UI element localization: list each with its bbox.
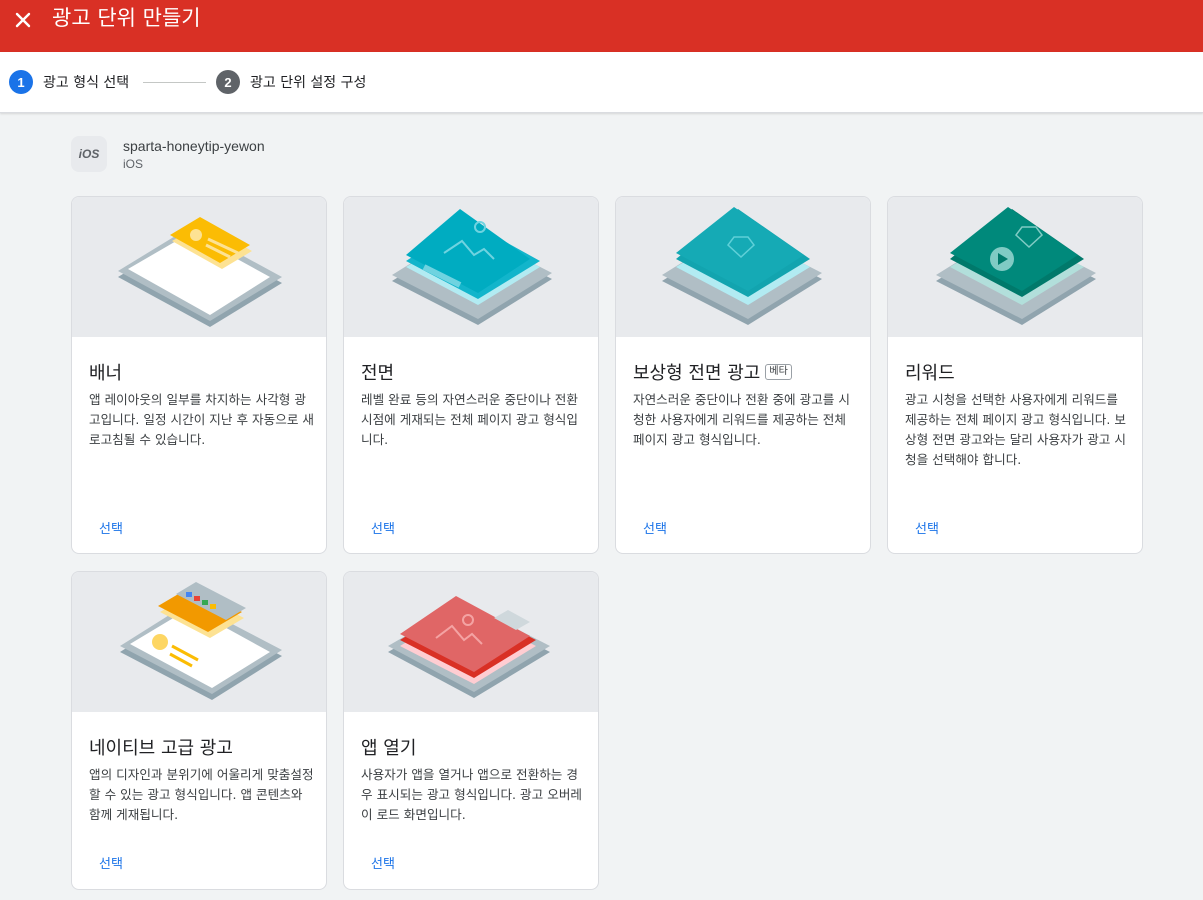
step-number: 2 [216, 70, 240, 94]
card-title-text: 보상형 전면 광고 [633, 363, 761, 384]
select-button[interactable]: 선택 [643, 518, 667, 537]
select-button[interactable]: 선택 [99, 518, 123, 537]
card-description: 앱의 디자인과 분위기에 어울리게 맞춤설정할 수 있는 광고 형식입니다. 앱… [89, 767, 314, 822]
rewarded-interstitial-illustration [616, 197, 870, 337]
card-title: 보상형 전면 광고 베타 [633, 359, 792, 385]
step-divider [143, 82, 206, 83]
rewarded-illustration [888, 197, 1142, 337]
ad-format-card-rewarded[interactable]: 리워드 광고 시청을 선택한 사용자에게 리워드를 제공하는 전체 페이지 광고… [887, 196, 1143, 554]
select-button[interactable]: 선택 [371, 853, 395, 872]
app-name: sparta-honeytip-yewon [123, 138, 265, 154]
card-title: 네이티브 고급 광고 [89, 738, 233, 759]
card-description: 광고 시청을 선택한 사용자에게 리워드를 제공하는 전체 페이지 광고 형식입… [905, 392, 1126, 467]
card-description: 자연스러운 중단이나 전환 중에 광고를 시청한 사용자에게 리워드를 제공하는… [633, 392, 850, 447]
interstitial-illustration [344, 197, 598, 337]
step-select-format[interactable]: 1 광고 형식 선택 [9, 70, 129, 94]
app-open-illustration [344, 572, 598, 712]
ios-app-icon: iOS [71, 136, 107, 172]
native-advanced-illustration [72, 572, 326, 712]
select-button[interactable]: 선택 [99, 853, 123, 872]
close-icon[interactable] [11, 8, 35, 32]
ad-format-card-native-advanced[interactable]: 네이티브 고급 광고 앱의 디자인과 분위기에 어울리게 맞춤설정할 수 있는 … [71, 571, 327, 890]
card-title: 전면 [361, 363, 395, 384]
app-platform: iOS [123, 157, 144, 171]
page-title: 광고 단위 만들기 [52, 6, 201, 30]
beta-badge: 베타 [765, 364, 792, 380]
ad-format-card-rewarded-interstitial[interactable]: 보상형 전면 광고 베타 자연스러운 중단이나 전환 중에 광고를 시청한 사용… [615, 196, 871, 554]
ad-format-card-banner[interactable]: 배너 앱 레이아웃의 일부를 차지하는 사각형 광고입니다. 일정 시간이 지난… [71, 196, 327, 554]
step-label: 광고 단위 설정 구성 [250, 75, 367, 91]
step-label: 광고 형식 선택 [43, 75, 130, 91]
card-title: 리워드 [905, 363, 955, 384]
stepper: 1 광고 형식 선택 2 광고 단위 설정 구성 [0, 52, 1203, 113]
card-description: 앱 레이아웃의 일부를 차지하는 사각형 광고입니다. 일정 시간이 지난 후 … [89, 392, 314, 447]
banner-illustration [72, 197, 326, 337]
ad-format-card-interstitial[interactable]: 전면 레벨 완료 등의 자연스러운 중단이나 전환 시점에 게재되는 전체 페이… [343, 196, 599, 554]
select-button[interactable]: 선택 [371, 518, 395, 537]
card-title: 배너 [89, 363, 123, 384]
select-button[interactable]: 선택 [915, 518, 939, 537]
card-description: 사용자가 앱을 열거나 앱으로 전환하는 경우 표시되는 광고 형식입니다. 광… [361, 767, 582, 822]
step-number: 1 [9, 70, 33, 94]
card-title: 앱 열기 [361, 738, 417, 759]
step-configure-settings[interactable]: 2 광고 단위 설정 구성 [216, 70, 366, 94]
card-description: 레벨 완료 등의 자연스러운 중단이나 전환 시점에 게재되는 전체 페이지 광… [361, 392, 578, 447]
header-bar: 광고 단위 만들기 [0, 0, 1203, 52]
ad-format-card-app-open[interactable]: 앱 열기 사용자가 앱을 열거나 앱으로 전환하는 경우 표시되는 광고 형식입… [343, 571, 599, 890]
